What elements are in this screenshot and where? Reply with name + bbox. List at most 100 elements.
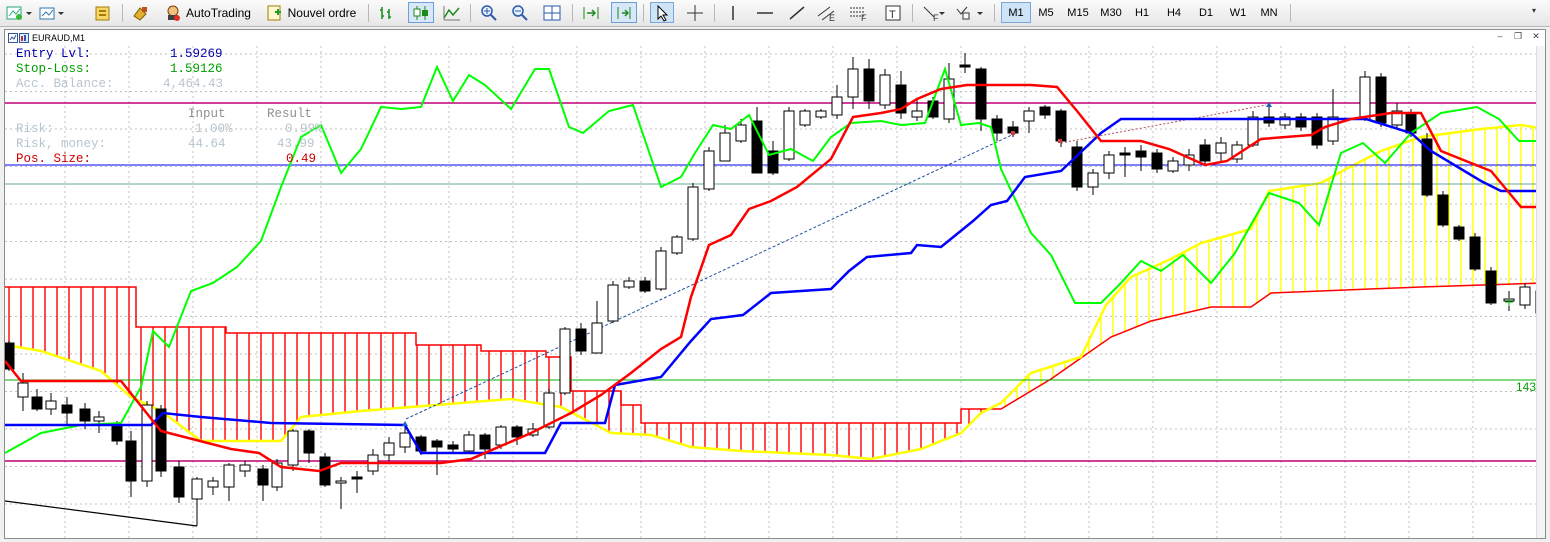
stop-loss-label: Stop-Loss: xyxy=(16,62,92,76)
svg-text:E: E xyxy=(829,13,835,22)
candle-body xyxy=(61,404,73,414)
timeframe-w1[interactable]: W1 xyxy=(1223,2,1253,23)
equidistant-channel-icon[interactable]: E xyxy=(816,2,838,23)
candle-body xyxy=(863,68,875,102)
candle-body xyxy=(479,434,491,450)
candle-body xyxy=(31,396,43,410)
timeframe-d1-label: D1 xyxy=(1198,6,1214,19)
candle-body xyxy=(1199,144,1211,162)
timeframe-m1[interactable]: M1 xyxy=(1001,2,1031,23)
chart-symbol-label: EURAUD,M1 xyxy=(32,33,86,43)
fibonacci-icon[interactable]: F xyxy=(848,2,870,23)
candle-body xyxy=(1469,236,1481,270)
new-order-button[interactable]: Nouvel ordre xyxy=(262,2,362,23)
candle-body xyxy=(223,464,235,488)
periods-icon[interactable]: F xyxy=(920,2,946,23)
trendline-icon[interactable] xyxy=(786,2,808,23)
candle-body xyxy=(463,434,475,452)
candle-body xyxy=(671,236,683,254)
bar-chart-icon[interactable] xyxy=(376,2,398,23)
chart-window[interactable]: EURAUD,M1 – ❐ ✕ Entry Lvl: 1.59269 Stop-… xyxy=(4,29,1546,539)
position-size-value: 0.49 xyxy=(286,152,317,166)
stop-loss-value: 1.59126 xyxy=(170,62,223,76)
timeframe-mn-label: MN xyxy=(1260,6,1278,19)
cursor-tool-icon[interactable] xyxy=(650,2,674,23)
close-icon[interactable]: ✕ xyxy=(1527,31,1545,43)
candle-body xyxy=(351,476,363,480)
candle-body xyxy=(447,444,459,450)
candle-body xyxy=(655,250,667,290)
timeframe-h1-label: H1 xyxy=(1134,6,1150,19)
candle-body xyxy=(575,328,587,352)
metaeditor-icon[interactable] xyxy=(130,2,152,23)
market-watch-icon[interactable] xyxy=(92,2,114,23)
zoom-in-icon[interactable] xyxy=(478,2,500,23)
autotrading-label: AutoTrading xyxy=(186,5,251,20)
trade-stop-marker xyxy=(1058,139,1062,143)
candle-body xyxy=(303,430,315,454)
candle-body xyxy=(1135,150,1147,158)
result-column-header: Result xyxy=(267,107,313,121)
timeframe-h4[interactable]: H4 xyxy=(1159,2,1189,23)
timeframe-m30[interactable]: M30 xyxy=(1094,2,1128,23)
candle-body xyxy=(1087,172,1099,188)
auto-scroll-icon[interactable] xyxy=(611,2,637,23)
risk-label: Risk: xyxy=(16,122,54,136)
candlestick-chart-icon[interactable] xyxy=(408,2,434,23)
chart-window-controls: – ❐ ✕ xyxy=(1491,31,1545,43)
account-balance-label: Acc. Balance: xyxy=(16,77,114,91)
chart-title-bar: EURAUD,M1 xyxy=(8,32,85,44)
candle-body xyxy=(431,440,443,448)
svg-text:T: T xyxy=(889,9,896,21)
candle-body xyxy=(1103,154,1115,174)
price-scale[interactable] xyxy=(1536,46,1545,538)
restore-icon[interactable]: ❐ xyxy=(1509,31,1527,43)
candle-body xyxy=(1437,194,1449,226)
candle-body xyxy=(383,442,395,456)
candle-body xyxy=(1039,106,1051,116)
candle-body xyxy=(239,464,251,472)
timeframe-w1-label: W1 xyxy=(1229,6,1247,19)
candle-body xyxy=(623,280,635,288)
trade-stop-marker xyxy=(1011,131,1015,135)
zoom-out-icon[interactable] xyxy=(509,2,531,23)
risk-input: 1.00% xyxy=(195,122,233,136)
main-toolbar: AutoTrading Nouvel ordre E F T F M1 M5 M… xyxy=(0,0,1550,27)
text-tool-icon[interactable]: T xyxy=(882,2,904,23)
trade-line-dashed xyxy=(1060,104,1267,144)
candle-body xyxy=(1023,110,1035,122)
chart-window-icon xyxy=(8,33,29,43)
vertical-line-icon[interactable] xyxy=(722,2,744,23)
toolbar-overflow-icon[interactable]: ▾ xyxy=(1532,6,1536,15)
candle-body xyxy=(1055,110,1067,142)
senkou-span-b-line xyxy=(5,282,1545,424)
candle-body xyxy=(125,440,137,482)
candle-body xyxy=(495,426,507,446)
candle-body xyxy=(703,150,715,190)
line-chart-icon[interactable] xyxy=(441,2,463,23)
candle-body xyxy=(1485,270,1497,304)
timeframe-d1[interactable]: D1 xyxy=(1191,2,1221,23)
candle-body xyxy=(991,118,1003,134)
new-chart-icon[interactable] xyxy=(4,2,34,23)
templates-icon[interactable] xyxy=(952,2,986,23)
timeframe-m15[interactable]: M15 xyxy=(1061,2,1095,23)
candle-body xyxy=(173,466,185,498)
candle-body xyxy=(1215,142,1227,154)
candle-body xyxy=(1167,160,1179,172)
risk-result: 0.99% xyxy=(285,122,323,136)
crosshair-icon[interactable] xyxy=(684,2,706,23)
candle-body xyxy=(191,478,203,500)
horizontal-line-icon[interactable] xyxy=(754,2,776,23)
chart-canvas[interactable] xyxy=(5,30,1545,538)
timeframe-mn[interactable]: MN xyxy=(1254,2,1284,23)
minimize-icon[interactable]: – xyxy=(1491,31,1509,43)
timeframe-m5[interactable]: M5 xyxy=(1031,2,1061,23)
autotrading-button[interactable]: AutoTrading xyxy=(160,2,257,23)
candle-body xyxy=(719,132,731,162)
candle-body xyxy=(45,400,57,410)
profiles-icon[interactable] xyxy=(36,2,68,23)
tile-windows-icon[interactable] xyxy=(541,2,563,23)
chart-shift-icon[interactable] xyxy=(580,2,602,23)
timeframe-h1[interactable]: H1 xyxy=(1127,2,1157,23)
